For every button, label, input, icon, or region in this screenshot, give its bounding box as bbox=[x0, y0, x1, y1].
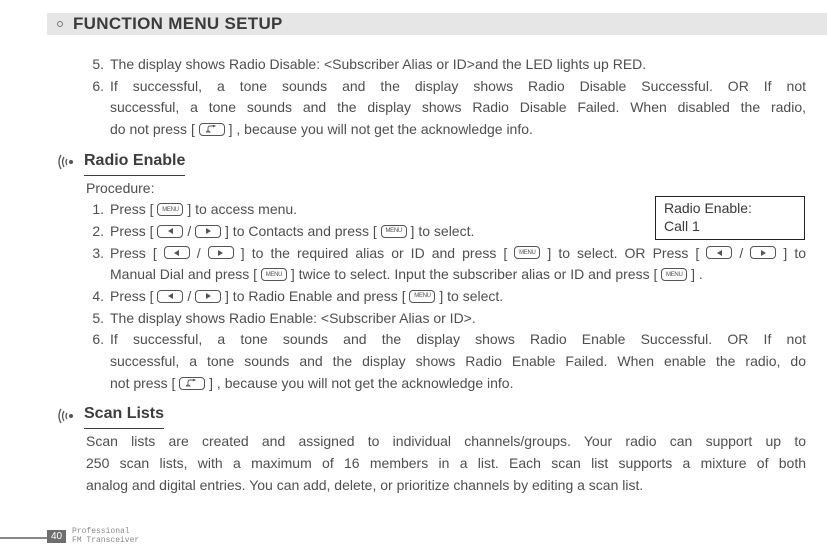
page-number: 40 bbox=[47, 530, 66, 543]
left-icon bbox=[164, 246, 190, 259]
step-6: 6. If successful, a tone sounds and the … bbox=[86, 329, 806, 394]
t: ] to Contacts and press [ bbox=[221, 223, 381, 239]
right-icon bbox=[195, 225, 221, 238]
right-icon bbox=[750, 246, 776, 259]
t: ] to access menu. bbox=[183, 201, 297, 217]
t: ] twice to select. Input the subscriber … bbox=[287, 266, 661, 282]
item-num: 5. bbox=[86, 54, 110, 76]
menu-icon: MENU bbox=[381, 225, 407, 238]
item-text: Press [ / ] to Radio Enable and press [ … bbox=[110, 286, 806, 308]
t: / bbox=[190, 245, 208, 261]
t: Press [ bbox=[110, 201, 157, 217]
step-2: 2. Press [ / ] to Contacts and press [ M… bbox=[86, 221, 806, 243]
menu-icon: MENU bbox=[661, 268, 687, 281]
section-title: Radio Enable bbox=[84, 149, 185, 176]
item-num: 6. bbox=[86, 329, 110, 394]
t: Press [ bbox=[110, 223, 157, 239]
left-icon bbox=[157, 225, 183, 238]
t: Press [ bbox=[110, 288, 157, 304]
t: ] to select. bbox=[407, 223, 475, 239]
t: ] to bbox=[776, 245, 806, 261]
t: ] to the required alias or ID and press … bbox=[234, 245, 515, 261]
t: ] to Radio Enable and press [ bbox=[221, 288, 409, 304]
item-text: Press [ / ] to the required alias or ID … bbox=[110, 243, 806, 286]
t: ] , because you will not get the acknowl… bbox=[225, 121, 533, 137]
t: not press [ bbox=[110, 375, 179, 391]
line: If successful, a tone sounds and the dis… bbox=[110, 329, 806, 351]
back-icon bbox=[199, 123, 225, 136]
t: ] to select. bbox=[435, 288, 503, 304]
section-title: Scan Lists bbox=[84, 402, 164, 429]
step-4: 4. Press [ / ] to Radio Enable and press… bbox=[86, 286, 806, 308]
footer-rule bbox=[0, 537, 47, 539]
page-title: FUNCTION MENU SETUP bbox=[73, 14, 283, 34]
line: Scan lists are created and assigned to i… bbox=[86, 431, 806, 453]
menu-icon: MENU bbox=[514, 246, 540, 259]
line: successful, a tone sounds and the displa… bbox=[110, 351, 806, 373]
line: If successful, a tone sounds and the dis… bbox=[110, 76, 806, 98]
bullet-icon bbox=[57, 21, 63, 27]
line: analog and digital entries. You can add,… bbox=[86, 475, 806, 497]
item-num: 3. bbox=[86, 243, 110, 286]
t: ] , because you will not get the acknowl… bbox=[205, 375, 513, 391]
line: not press [ ] , because you will not get… bbox=[110, 373, 806, 395]
t: do not press [ bbox=[110, 121, 199, 137]
section-header: FUNCTION MENU SETUP bbox=[47, 13, 827, 35]
line: successful, a tone sounds and the displa… bbox=[110, 97, 806, 119]
menu-icon: MENU bbox=[157, 203, 183, 216]
item-num: 2. bbox=[86, 221, 110, 243]
line: Press [ / ] to the required alias or ID … bbox=[110, 243, 806, 265]
t: FM Transceiver bbox=[72, 537, 139, 546]
right-icon bbox=[208, 246, 234, 259]
item-num: 1. bbox=[86, 199, 110, 221]
line: do not press [ ] , because you will not … bbox=[110, 119, 806, 141]
item-num: 5. bbox=[86, 308, 110, 330]
t: ] to select. OR Press [ bbox=[540, 245, 706, 261]
menu-icon: MENU bbox=[261, 268, 287, 281]
procedure-label: Procedure: bbox=[86, 178, 806, 200]
t: / bbox=[183, 223, 195, 239]
t: Press [ bbox=[110, 245, 164, 261]
step-3: 3. Press [ / ] to the required alias or … bbox=[86, 243, 806, 286]
line: 250 scan lists, with a maximum of 16 mem… bbox=[86, 453, 806, 475]
body-content: 5. The display shows Radio Disable: <Sub… bbox=[86, 54, 806, 496]
section-radio-enable: Radio Enable bbox=[58, 149, 806, 176]
item-6: 6. If successful, a tone sounds and the … bbox=[86, 76, 806, 141]
item-text: Press [ MENU ] to access menu. bbox=[110, 199, 806, 221]
item-text: Press [ / ] to Contacts and press [ MENU… bbox=[110, 221, 806, 243]
left-icon bbox=[706, 246, 732, 259]
item-5: 5. The display shows Radio Disable: <Sub… bbox=[86, 54, 806, 76]
t: / bbox=[183, 288, 195, 304]
item-text: The display shows Radio Enable: <Subscri… bbox=[110, 308, 806, 330]
section-scan-lists: Scan Lists bbox=[58, 402, 806, 429]
menu-icon: MENU bbox=[409, 290, 435, 303]
step-5: 5. The display shows Radio Enable: <Subs… bbox=[86, 308, 806, 330]
line: Manual Dial and press [ MENU ] twice to … bbox=[110, 264, 806, 286]
t: ] . bbox=[687, 266, 703, 282]
broadcast-icon bbox=[58, 153, 80, 171]
left-icon bbox=[157, 290, 183, 303]
item-text: The display shows Radio Disable: <Subscr… bbox=[110, 54, 806, 76]
item-text: If successful, a tone sounds and the dis… bbox=[110, 76, 806, 141]
step-1: 1. Press [ MENU ] to access menu. bbox=[86, 199, 806, 221]
t: / bbox=[732, 245, 750, 261]
item-text: If successful, a tone sounds and the dis… bbox=[110, 329, 806, 394]
footer: 40 Professional FM Transceiver bbox=[0, 530, 827, 546]
broadcast-icon bbox=[58, 407, 80, 425]
footer-text: Professional FM Transceiver bbox=[72, 528, 139, 546]
item-num: 6. bbox=[86, 76, 110, 141]
right-icon bbox=[195, 290, 221, 303]
paragraph: Scan lists are created and assigned to i… bbox=[86, 431, 806, 496]
item-num: 4. bbox=[86, 286, 110, 308]
t: Manual Dial and press [ bbox=[110, 266, 261, 282]
back-icon bbox=[179, 377, 205, 390]
